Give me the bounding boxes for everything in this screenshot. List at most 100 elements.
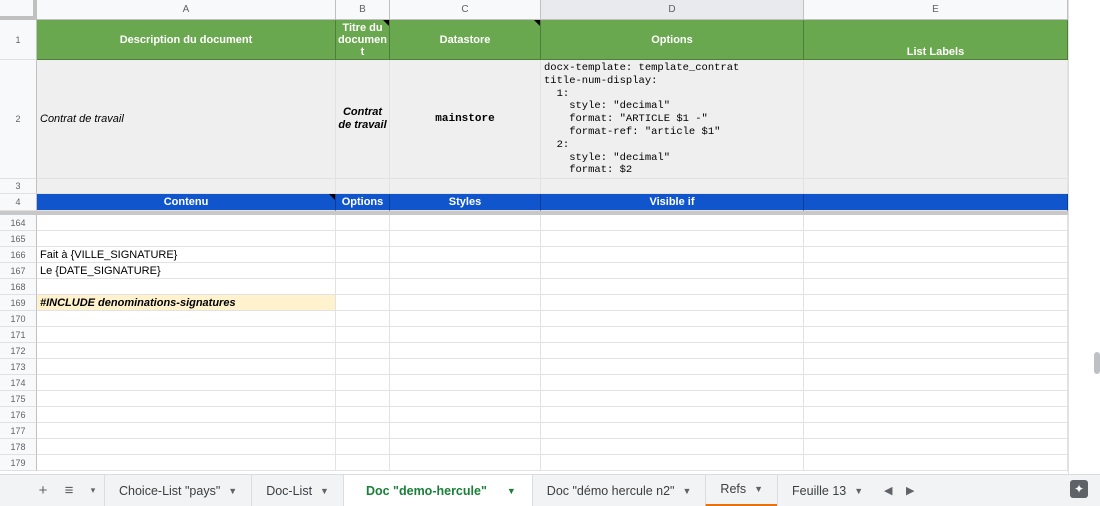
row-header[interactable]: 172 — [0, 343, 37, 359]
cell-contenu-header[interactable]: Contenu — [37, 194, 336, 211]
cell[interactable] — [390, 391, 541, 407]
content-cell[interactable] — [37, 327, 336, 343]
content-cell[interactable] — [37, 375, 336, 391]
content-cell[interactable] — [37, 231, 336, 247]
cell[interactable] — [390, 407, 541, 423]
row-header[interactable]: 177 — [0, 423, 37, 439]
cell-title-header[interactable]: Titre du documen t — [336, 20, 390, 60]
cell[interactable] — [541, 327, 804, 343]
cell[interactable] — [804, 343, 1068, 359]
row-header[interactable]: 1 — [0, 20, 37, 60]
cell[interactable] — [804, 231, 1068, 247]
cell[interactable] — [336, 311, 390, 327]
cell[interactable] — [390, 375, 541, 391]
cell[interactable] — [336, 423, 390, 439]
row-header[interactable]: 176 — [0, 407, 37, 423]
tab-menu-caret-icon[interactable]: ▼ — [754, 484, 763, 494]
row-header[interactable]: 167 — [0, 263, 37, 279]
cell[interactable] — [541, 375, 804, 391]
cell[interactable] — [336, 179, 390, 194]
row-header[interactable]: 3 — [0, 179, 37, 194]
cell[interactable] — [541, 391, 804, 407]
cell[interactable] — [541, 455, 804, 471]
cell[interactable] — [804, 407, 1068, 423]
cell[interactable] — [804, 423, 1068, 439]
cell[interactable] — [804, 359, 1068, 375]
cell[interactable] — [804, 295, 1068, 311]
vertical-scrollbar[interactable] — [1068, 0, 1100, 474]
cell[interactable] — [336, 391, 390, 407]
row-header[interactable]: 168 — [0, 279, 37, 295]
cell[interactable] — [804, 263, 1068, 279]
content-cell[interactable]: Fait à {VILLE_SIGNATURE} — [37, 247, 336, 263]
row-header[interactable]: 165 — [0, 231, 37, 247]
cell[interactable] — [541, 423, 804, 439]
row-header[interactable]: 178 — [0, 439, 37, 455]
cell[interactable] — [541, 343, 804, 359]
row-header[interactable]: 171 — [0, 327, 37, 343]
column-header-a[interactable]: A — [37, 0, 336, 20]
cell[interactable] — [804, 311, 1068, 327]
cell[interactable] — [390, 295, 541, 311]
cell[interactable] — [336, 279, 390, 295]
row-header[interactable]: 2 — [0, 60, 37, 179]
cell-options-col-header[interactable]: Options — [336, 194, 390, 211]
row-header[interactable]: 179 — [0, 455, 37, 471]
row-header[interactable]: 174 — [0, 375, 37, 391]
cell[interactable] — [804, 327, 1068, 343]
chevron-left-icon[interactable]: ◀ — [877, 475, 899, 506]
cell[interactable] — [390, 215, 541, 231]
cell[interactable] — [541, 295, 804, 311]
row-header[interactable]: 175 — [0, 391, 37, 407]
row-header[interactable]: 170 — [0, 311, 37, 327]
cell-options-header[interactable]: Options — [541, 20, 804, 60]
cell[interactable] — [390, 455, 541, 471]
cell[interactable] — [336, 215, 390, 231]
row-header[interactable]: 164 — [0, 215, 37, 231]
row-header[interactable]: 4 — [0, 194, 37, 211]
cell[interactable] — [390, 359, 541, 375]
cell-datastore[interactable]: mainstore — [390, 60, 541, 179]
cell[interactable] — [336, 407, 390, 423]
scrollbar-thumb[interactable] — [1094, 352, 1100, 374]
cell[interactable] — [336, 247, 390, 263]
content-cell[interactable] — [37, 215, 336, 231]
tab-menu-caret-icon[interactable]: ▼ — [683, 486, 692, 496]
cell-options-yaml[interactable]: docx-template: template_contrat title-num… — [541, 60, 804, 179]
cell[interactable] — [804, 439, 1068, 455]
tab-menu-caret-icon[interactable]: ▼ — [320, 486, 329, 496]
cell-list-labels-header[interactable]: List Labels — [804, 20, 1068, 60]
cell[interactable] — [336, 231, 390, 247]
content-cell[interactable] — [37, 439, 336, 455]
caret-down-icon[interactable]: ▾ — [82, 475, 104, 506]
cell-list-labels[interactable] — [804, 60, 1068, 179]
select-all-corner[interactable] — [0, 0, 37, 20]
cell[interactable] — [804, 179, 1068, 194]
cell[interactable] — [390, 279, 541, 295]
cell[interactable] — [541, 263, 804, 279]
cell[interactable] — [390, 327, 541, 343]
cell[interactable] — [336, 439, 390, 455]
cell[interactable] — [336, 359, 390, 375]
cell[interactable] — [390, 423, 541, 439]
cell[interactable] — [390, 247, 541, 263]
cell[interactable] — [390, 311, 541, 327]
content-cell[interactable] — [37, 279, 336, 295]
cell[interactable] — [336, 343, 390, 359]
cell[interactable] — [804, 279, 1068, 295]
cell[interactable] — [804, 455, 1068, 471]
cell[interactable] — [541, 439, 804, 455]
cell[interactable] — [541, 311, 804, 327]
cell[interactable] — [541, 359, 804, 375]
row-header[interactable]: 169 — [0, 295, 37, 311]
cell[interactable] — [541, 247, 804, 263]
cell[interactable] — [37, 179, 336, 194]
tab-menu-caret-icon[interactable]: ▼ — [507, 486, 516, 496]
cell[interactable] — [804, 375, 1068, 391]
cell-visible-if-header[interactable]: Visible if — [541, 194, 804, 211]
content-cell[interactable] — [37, 423, 336, 439]
cell[interactable] — [541, 231, 804, 247]
cell[interactable] — [336, 327, 390, 343]
cell[interactable] — [541, 407, 804, 423]
tab-menu-caret-icon[interactable]: ▼ — [854, 486, 863, 496]
